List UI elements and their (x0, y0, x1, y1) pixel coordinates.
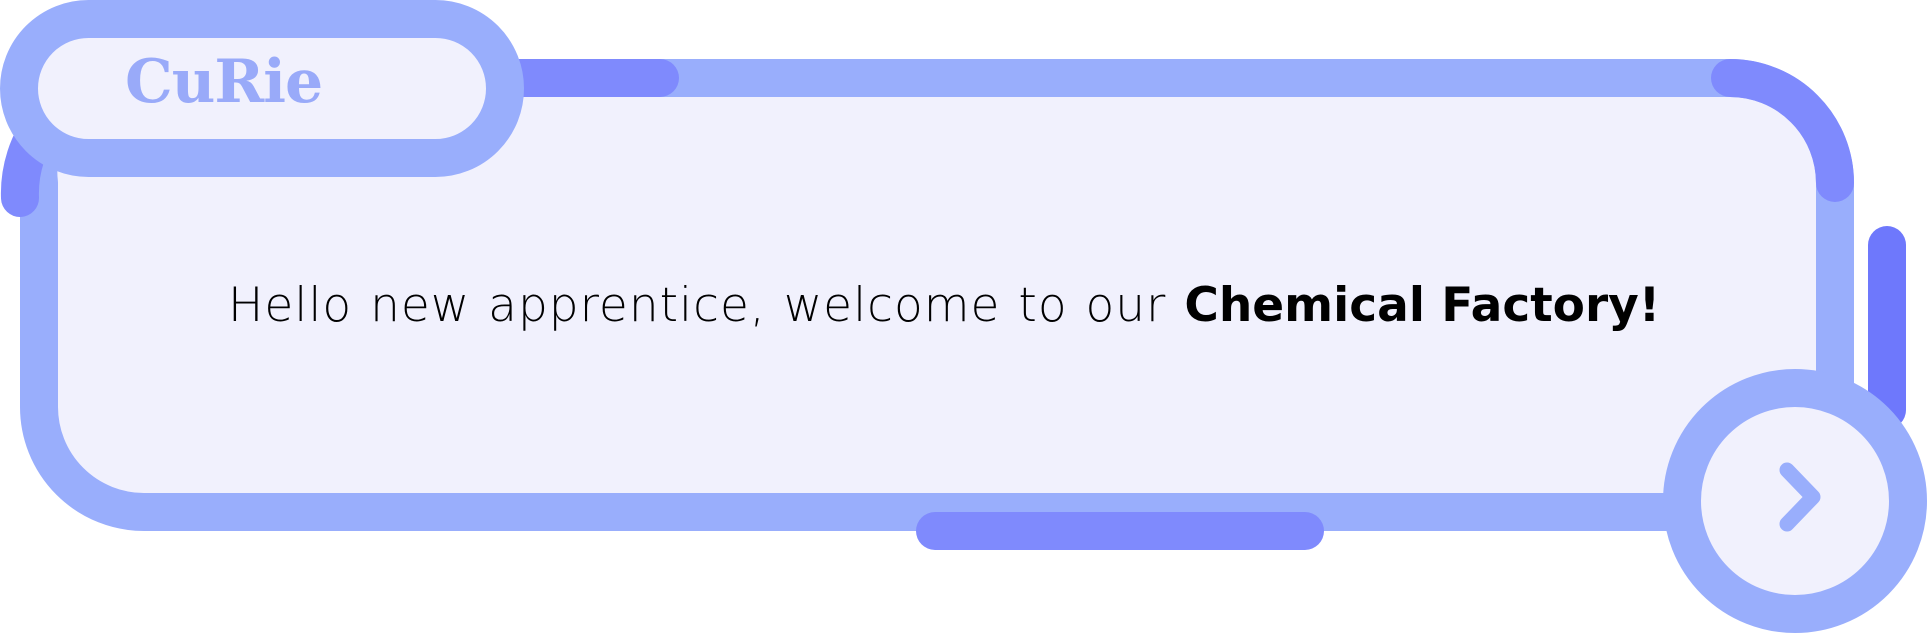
message-text-regular: Hello new apprentice, welcome to our (228, 278, 1185, 333)
next-button-graphic (1663, 369, 1927, 633)
dialog-message: Hello new apprentice, welcome to our Che… (228, 274, 1660, 338)
next-button[interactable] (1663, 369, 1927, 633)
dialog-title: CuRie (125, 47, 323, 117)
dialog-box: CuRie Hello new apprentice, welcome to o… (0, 0, 1927, 637)
message-text-bold: Chemical Factory! (1184, 278, 1661, 333)
